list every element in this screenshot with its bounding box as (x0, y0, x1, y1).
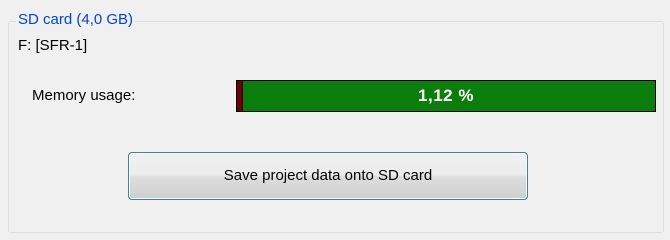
memory-usage-value: 1,12 % (418, 86, 474, 105)
memory-usage-bar: 1,12 % (236, 80, 656, 112)
sd-card-panel: SD card (4,0 GB) F: [SFR-1] Memory usage… (0, 0, 670, 240)
save-to-sd-button[interactable]: Save project data onto SD card (128, 152, 528, 200)
drive-label: F: [SFR-1] (18, 37, 88, 54)
sd-card-title: SD card (4,0 GB) (16, 10, 136, 30)
sd-card-groupbox (8, 21, 664, 233)
memory-usage-label: Memory usage: (32, 87, 136, 104)
